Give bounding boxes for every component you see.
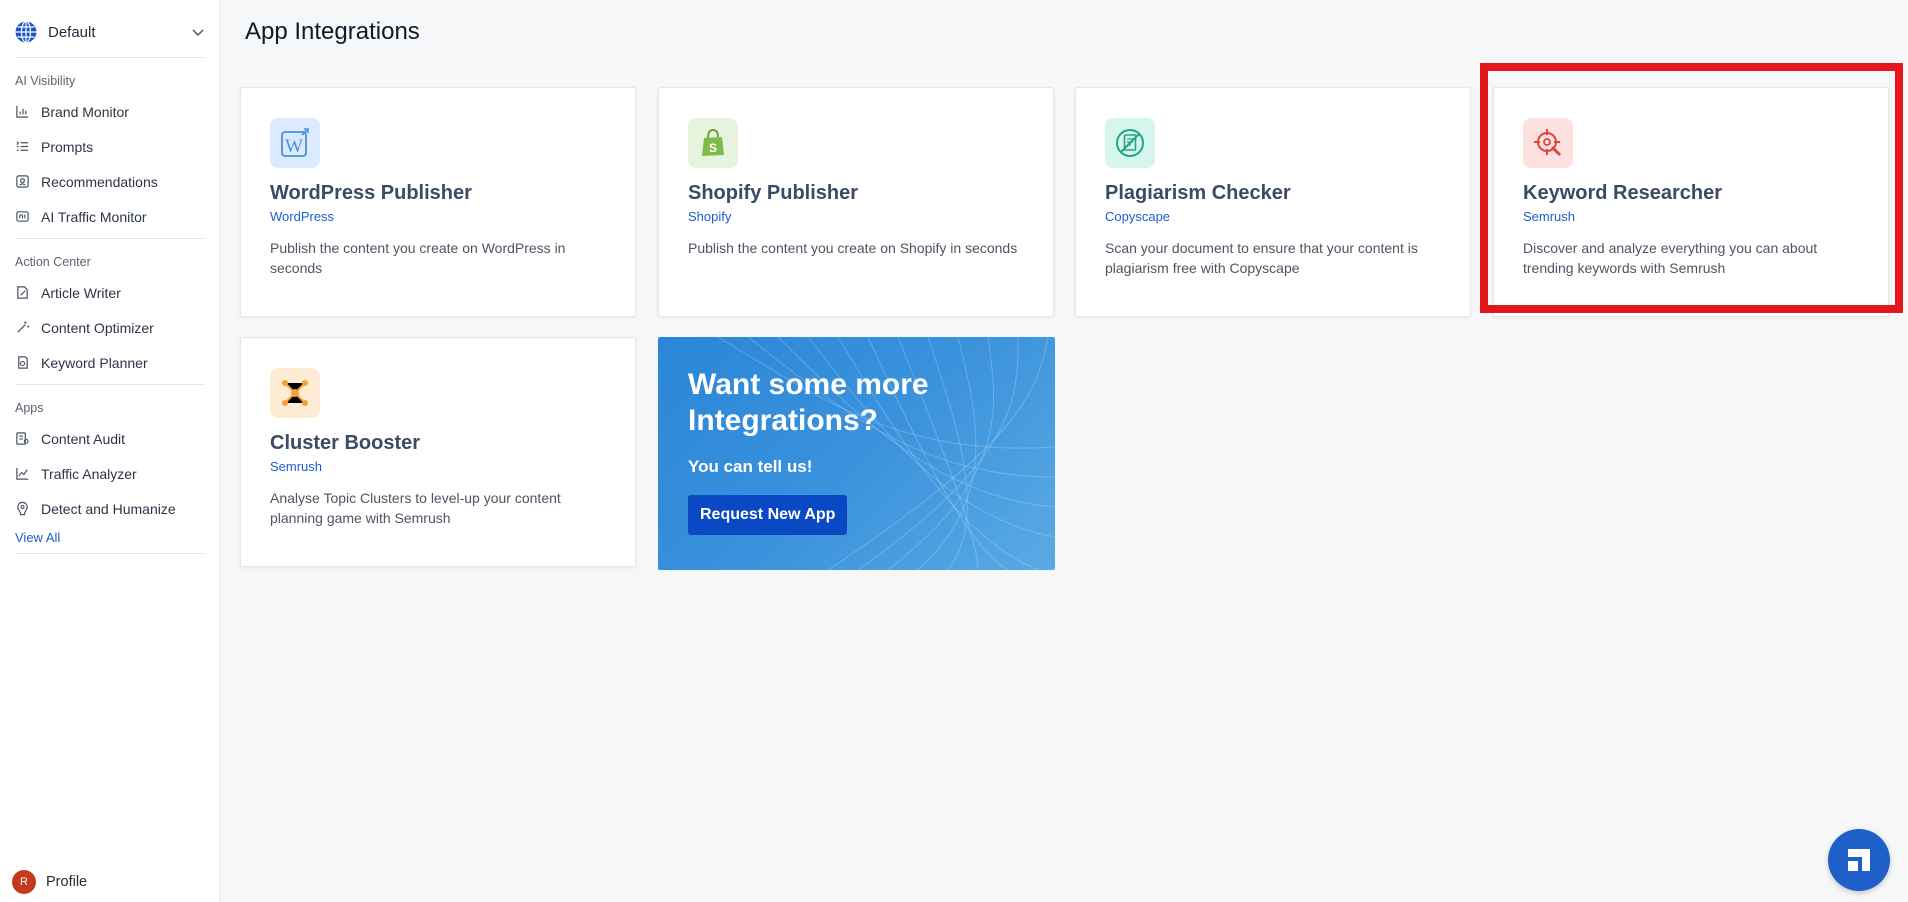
plagiarism-icon <box>1116 129 1144 157</box>
sidebar-item-ai-traffic-monitor[interactable]: AI Traffic Monitor <box>0 199 219 234</box>
svg-text:S: S <box>709 141 717 155</box>
sidebar-item-label: Content Optimizer <box>41 319 154 336</box>
icon-tile <box>1105 118 1155 168</box>
section-title-action-center: Action Center <box>15 255 91 269</box>
ai-traffic-icon <box>16 211 29 222</box>
shopify-icon: S <box>702 129 724 156</box>
sidebar-item-keyword-planner[interactable]: Keyword Planner <box>0 345 219 380</box>
sidebar-item-label: Content Audit <box>41 430 126 447</box>
sidebar-item-brand-monitor[interactable]: Brand Monitor <box>0 94 219 129</box>
sidebar-item-prompts[interactable]: Prompts <box>0 129 219 164</box>
recommendations-icon <box>16 175 29 188</box>
promo-subtitle: You can tell us! <box>688 457 813 476</box>
sidebar-item-article-writer[interactable]: Article Writer <box>0 275 219 310</box>
page-title: App Integrations <box>245 18 420 45</box>
sidebar-item-label: Detect and Humanize <box>41 500 176 517</box>
icon-tile <box>270 368 320 418</box>
sidebar-item-label: Article Writer <box>41 284 121 301</box>
card-provider: Copyscape <box>1105 209 1171 224</box>
magic-wand-icon <box>17 321 30 333</box>
card-title: Cluster Booster <box>270 432 421 454</box>
integration-card-wordpress[interactable]: W WordPress Publisher WordPress Publish … <box>240 87 636 317</box>
icon-tile <box>1523 118 1573 168</box>
sidebar-item-label: Keyword Planner <box>41 354 148 371</box>
card-provider: Semrush <box>1523 209 1576 224</box>
divider <box>15 57 204 58</box>
card-provider: WordPress <box>270 209 335 224</box>
request-integration-banner: Want some more Integrations? You can tel… <box>658 337 1055 570</box>
sidebar-item-label: Brand Monitor <box>41 103 129 120</box>
workspace-label: Default <box>48 23 96 41</box>
sidebar-item-content-audit[interactable]: Content Audit <box>0 421 219 456</box>
sidebar-item-traffic-analyzer[interactable]: Traffic Analyzer <box>0 456 219 491</box>
sidebar-item-recommendations[interactable]: Recommendations <box>0 164 219 199</box>
divider <box>15 553 204 554</box>
card-title: WordPress Publisher <box>270 182 472 204</box>
profile-label: Profile <box>46 874 88 890</box>
promo-title: Want some more Integrations? <box>688 368 929 437</box>
card-title: Keyword Researcher <box>1523 182 1722 204</box>
line-chart-icon <box>16 467 29 480</box>
card-description: Scan your document to ensure that your c… <box>1105 240 1418 276</box>
card-title: Shopify Publisher <box>688 182 859 204</box>
sidebar-item-detect-and-humanize[interactable]: Detect and Humanize <box>0 491 219 526</box>
section-title-ai-visibility: AI Visibility <box>15 74 76 88</box>
cluster-icon <box>282 380 308 406</box>
svg-text:W: W <box>285 136 303 157</box>
sidebar-item-label: AI Traffic Monitor <box>41 208 147 225</box>
list-icon <box>16 141 29 151</box>
card-description: Publish the content you create on Shopif… <box>688 240 1018 256</box>
bar-chart-icon <box>16 105 29 118</box>
sidebar-item-label: Recommendations <box>41 173 158 190</box>
divider <box>15 238 204 239</box>
workspace-selector[interactable]: Default <box>0 0 219 64</box>
card-provider: Shopify <box>688 209 732 224</box>
chat-widget-icon <box>1848 849 1870 871</box>
sidebar-item-content-optimizer[interactable]: Content Optimizer <box>0 310 219 345</box>
profile-button[interactable]: R Profile <box>12 870 87 894</box>
card-title: Plagiarism Checker <box>1105 182 1291 204</box>
integration-card-cluster-booster[interactable]: Cluster Booster Semrush Analyse Topic Cl… <box>240 337 636 567</box>
section-title-apps: Apps <box>15 401 44 415</box>
chevron-down-icon <box>192 29 204 37</box>
card-description: Publish the content you create on WordPr… <box>270 240 566 276</box>
sidebar: Default AI Visibility Brand Monitor Prom… <box>0 0 220 902</box>
article-writer-icon <box>17 286 28 299</box>
request-new-app-button[interactable]: Request New App <box>688 495 848 535</box>
icon-tile: W <box>270 118 320 168</box>
view-all-link[interactable]: View All <box>0 526 219 553</box>
card-description: Discover and analyze everything you can … <box>1523 240 1818 276</box>
chat-widget-button[interactable] <box>1828 829 1890 891</box>
keyword-target-icon <box>1534 129 1562 157</box>
keyword-planner-icon <box>18 356 28 369</box>
icon-tile: S <box>688 118 738 168</box>
card-description: Analyse Topic Clusters to level-up your … <box>270 490 561 526</box>
avatar: R <box>12 870 36 894</box>
content-audit-icon <box>16 432 29 445</box>
sidebar-item-label: Prompts <box>41 138 94 155</box>
detect-humanize-icon <box>17 501 28 516</box>
integration-card-keyword-researcher[interactable]: Keyword Researcher Semrush Discover and … <box>1493 87 1889 317</box>
divider <box>15 384 204 385</box>
wordpress-icon: W <box>281 128 309 157</box>
globe-icon <box>15 20 37 44</box>
integration-card-plagiarism-checker[interactable]: Plagiarism Checker Copyscape Scan your d… <box>1075 87 1471 317</box>
sidebar-item-label: Traffic Analyzer <box>41 465 137 482</box>
card-provider: Semrush <box>270 459 323 474</box>
integration-card-shopify[interactable]: S Shopify Publisher Shopify Publish the … <box>658 87 1054 317</box>
